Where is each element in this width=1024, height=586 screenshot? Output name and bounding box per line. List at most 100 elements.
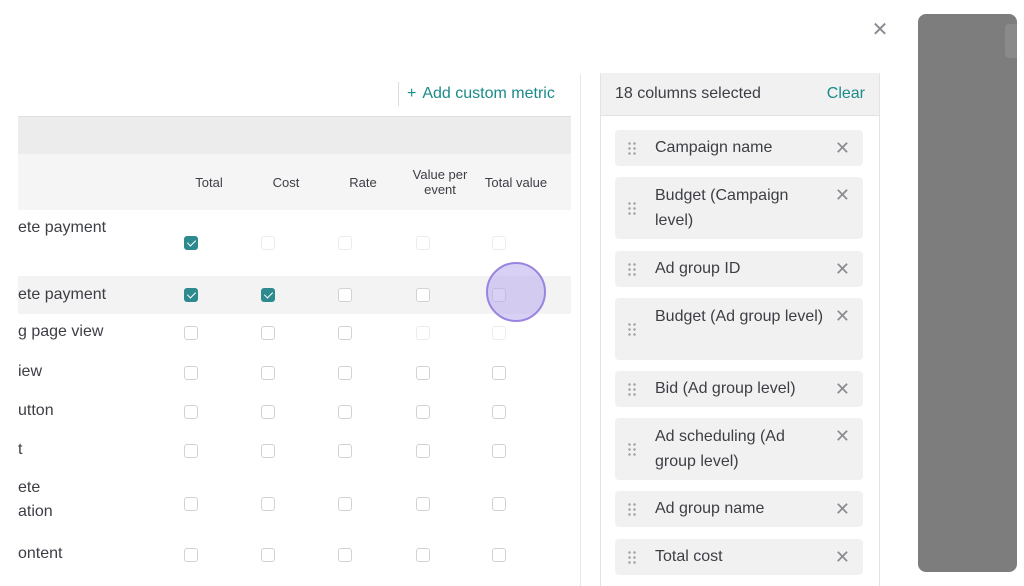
checkbox-total[interactable] bbox=[184, 444, 198, 458]
column-header-value-per-event: Value per event bbox=[412, 167, 468, 197]
selected-column-label: Budget (Ad group level) bbox=[655, 308, 824, 325]
checkbox-cost[interactable] bbox=[261, 444, 275, 458]
drag-handle-icon[interactable] bbox=[627, 262, 637, 276]
drag-handle-icon[interactable] bbox=[627, 550, 637, 564]
checkbox-rate[interactable] bbox=[338, 444, 352, 458]
toolbar-divider bbox=[398, 82, 399, 106]
table-row: ete ation bbox=[18, 472, 571, 536]
table-row: ete payment bbox=[18, 210, 571, 276]
checkbox-total-value[interactable] bbox=[492, 405, 506, 419]
row-label: ete payment bbox=[18, 286, 107, 303]
checkbox-value-per-event[interactable] bbox=[416, 497, 430, 511]
remove-column-icon[interactable]: ✕ bbox=[835, 186, 850, 204]
checkbox-total[interactable] bbox=[184, 548, 198, 562]
selected-column-label: Ad group ID bbox=[655, 260, 741, 277]
selected-column-label: Total cost bbox=[655, 548, 723, 565]
checkbox-cost[interactable] bbox=[261, 326, 275, 340]
checkbox-value-per-event[interactable] bbox=[416, 548, 430, 562]
clear-button[interactable]: Clear bbox=[827, 83, 865, 105]
row-label: ontent bbox=[18, 545, 63, 562]
selected-column-chip[interactable]: Budget (Campaign level) ✕ bbox=[615, 177, 863, 239]
row-label: utton bbox=[18, 402, 54, 419]
remove-column-icon[interactable]: ✕ bbox=[835, 260, 850, 278]
selected-column-chip[interactable]: Total cost ✕ bbox=[615, 539, 863, 575]
remove-column-icon[interactable]: ✕ bbox=[835, 139, 850, 157]
selected-column-label: Bid (Ad group level) bbox=[655, 380, 796, 397]
checkbox-rate[interactable] bbox=[338, 548, 352, 562]
drag-handle-icon[interactable] bbox=[627, 201, 637, 215]
row-label: ete payment bbox=[18, 219, 107, 236]
checkbox-rate[interactable] bbox=[338, 326, 352, 340]
overlay-edge-tab bbox=[1005, 24, 1017, 58]
remove-column-icon[interactable]: ✕ bbox=[835, 548, 850, 566]
panel-divider bbox=[580, 74, 581, 586]
checkbox-total[interactable] bbox=[184, 288, 198, 302]
drag-handle-icon[interactable] bbox=[627, 382, 637, 396]
row-label: iew bbox=[18, 363, 43, 380]
table-row: ete payment bbox=[18, 276, 571, 314]
selected-column-label: Budget (Campaign level) bbox=[655, 187, 789, 229]
checkbox-cost[interactable] bbox=[261, 288, 275, 302]
selected-count: 18 columns selected bbox=[615, 85, 761, 102]
add-custom-metric-button[interactable]: + Add custom metric bbox=[407, 83, 555, 105]
checkbox-cost[interactable] bbox=[261, 548, 275, 562]
selected-column-label: Ad group name bbox=[655, 500, 765, 517]
checkbox-total-value[interactable] bbox=[492, 497, 506, 511]
plus-icon: + bbox=[407, 85, 417, 102]
close-icon[interactable]: ✕ bbox=[868, 18, 892, 42]
remove-column-icon[interactable]: ✕ bbox=[835, 500, 850, 518]
checkbox-value-per-event[interactable] bbox=[416, 326, 430, 340]
checkbox-total-value[interactable] bbox=[492, 366, 506, 380]
checkbox-total[interactable] bbox=[184, 366, 198, 380]
selected-panel-header: 18 columns selected Clear bbox=[601, 73, 879, 116]
selected-columns-panel: 18 columns selected Clear Campaign name ✕… bbox=[600, 73, 880, 586]
table-row: g page view bbox=[18, 314, 571, 354]
checkbox-cost[interactable] bbox=[261, 497, 275, 511]
checkbox-total-value[interactable] bbox=[492, 444, 506, 458]
selected-column-label: Ad scheduling (Ad group level) bbox=[655, 428, 785, 470]
selected-column-chip[interactable]: Ad group name ✕ bbox=[615, 491, 863, 527]
checkbox-total-value[interactable] bbox=[492, 288, 506, 302]
table-row: t bbox=[18, 432, 571, 472]
drag-handle-icon[interactable] bbox=[627, 141, 637, 155]
checkbox-total[interactable] bbox=[184, 236, 198, 250]
checkbox-rate[interactable] bbox=[338, 366, 352, 380]
checkbox-cost[interactable] bbox=[261, 236, 275, 250]
checkbox-rate[interactable] bbox=[338, 236, 352, 250]
selected-column-chip[interactable]: Ad group ID ✕ bbox=[615, 251, 863, 287]
table-group-band bbox=[18, 116, 571, 155]
selected-column-chip[interactable]: Campaign name ✕ bbox=[615, 130, 863, 166]
checkbox-total[interactable] bbox=[184, 405, 198, 419]
checkbox-value-per-event[interactable] bbox=[416, 288, 430, 302]
checkbox-value-per-event[interactable] bbox=[416, 405, 430, 419]
checkbox-total-value[interactable] bbox=[492, 326, 506, 340]
drag-handle-icon[interactable] bbox=[627, 442, 637, 456]
checkbox-rate[interactable] bbox=[338, 497, 352, 511]
drag-handle-icon[interactable] bbox=[627, 502, 637, 516]
checkbox-value-per-event[interactable] bbox=[416, 366, 430, 380]
remove-column-icon[interactable]: ✕ bbox=[835, 427, 850, 445]
checkbox-total-value[interactable] bbox=[492, 548, 506, 562]
row-label: g page view bbox=[18, 323, 104, 340]
checkbox-total[interactable] bbox=[184, 326, 198, 340]
table-row: ontent bbox=[18, 536, 571, 576]
checkbox-total[interactable] bbox=[184, 497, 198, 511]
remove-column-icon[interactable]: ✕ bbox=[835, 380, 850, 398]
checkbox-value-per-event[interactable] bbox=[416, 444, 430, 458]
column-header-cost: Cost bbox=[272, 174, 300, 190]
checkbox-rate[interactable] bbox=[338, 288, 352, 302]
checkbox-cost[interactable] bbox=[261, 405, 275, 419]
column-header-rate: Rate bbox=[349, 174, 377, 190]
selected-column-chip[interactable]: Ad scheduling (Ad group level) ✕ bbox=[615, 418, 863, 480]
column-header-total-value: Total value bbox=[484, 174, 548, 190]
checkbox-rate[interactable] bbox=[338, 405, 352, 419]
remove-column-icon[interactable]: ✕ bbox=[835, 307, 850, 325]
row-label: ete ation bbox=[18, 479, 53, 520]
selected-column-chip[interactable]: Bid (Ad group level) ✕ bbox=[615, 371, 863, 407]
background-overlay bbox=[918, 14, 1017, 572]
drag-handle-icon[interactable] bbox=[627, 322, 637, 336]
checkbox-value-per-event[interactable] bbox=[416, 236, 430, 250]
checkbox-total-value[interactable] bbox=[492, 236, 506, 250]
checkbox-cost[interactable] bbox=[261, 366, 275, 380]
selected-column-chip[interactable]: Budget (Ad group level) ✕ bbox=[615, 298, 863, 360]
